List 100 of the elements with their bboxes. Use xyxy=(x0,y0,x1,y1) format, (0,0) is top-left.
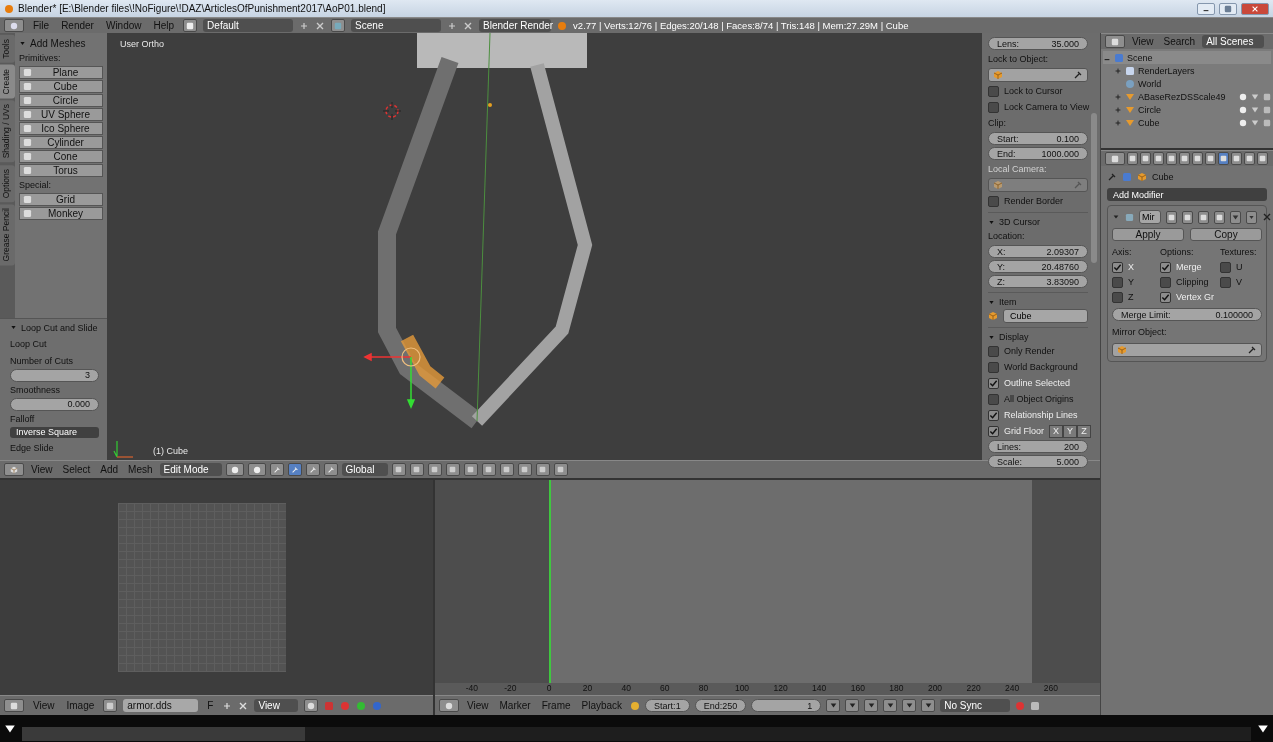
expand-icon[interactable] xyxy=(1114,92,1122,101)
number-field[interactable]: Start:1 xyxy=(645,699,690,712)
editor-type-button[interactable] xyxy=(4,699,24,712)
expand-icon[interactable] xyxy=(1114,118,1122,127)
toolbar-button[interactable] xyxy=(391,463,406,476)
add-mesh-button[interactable]: Plane xyxy=(19,66,103,79)
display-toggle[interactable] xyxy=(1182,210,1193,224)
expand-icon[interactable] xyxy=(1114,66,1122,75)
name-field[interactable]: Cube xyxy=(1003,309,1088,323)
menu-item[interactable]: Frame xyxy=(538,700,574,711)
add-mesh-button[interactable]: Cylinder xyxy=(19,136,103,149)
scrollbar[interactable] xyxy=(1091,113,1097,263)
checkbox[interactable] xyxy=(1160,261,1171,273)
checkbox[interactable] xyxy=(988,85,999,97)
add-mesh-button[interactable]: Grid xyxy=(19,193,103,206)
number-field[interactable]: 0.000 xyxy=(10,397,99,411)
toolbar-button[interactable] xyxy=(481,463,496,476)
add-mesh-button[interactable]: Cube xyxy=(19,80,103,93)
modifier-name-field[interactable]: Mir xyxy=(1139,210,1161,224)
menu-item[interactable]: View xyxy=(28,464,56,475)
context-tab[interactable] xyxy=(1257,152,1268,165)
menu-item[interactable]: Add xyxy=(97,464,122,475)
add-mesh-button[interactable]: Cone xyxy=(19,150,103,163)
add-mesh-button[interactable]: Circle xyxy=(19,94,103,107)
display-mode-dropdown[interactable]: All Scenes xyxy=(1202,35,1265,48)
add-mesh-button[interactable]: UV Sphere xyxy=(19,108,103,121)
tree-item[interactable]: ABaseRezDSScale49 xyxy=(1138,91,1226,102)
checkbox[interactable] xyxy=(988,425,999,437)
shading-button[interactable] xyxy=(225,463,244,476)
tree-item[interactable]: Scene xyxy=(1127,52,1153,63)
toolbar-button[interactable] xyxy=(553,463,568,476)
toolbar-button[interactable] xyxy=(535,463,550,476)
menu-item[interactable]: Marker xyxy=(496,700,534,711)
number-field[interactable]: 3 xyxy=(10,368,99,382)
number-field[interactable]: End:250 xyxy=(694,699,747,712)
tree-item[interactable]: Circle xyxy=(1138,104,1161,115)
image-name-field[interactable]: armor.dds xyxy=(123,699,199,712)
display-toggle[interactable] xyxy=(1214,210,1225,224)
context-tab[interactable] xyxy=(1127,152,1138,165)
tree-item[interactable]: Cube xyxy=(1138,117,1160,128)
axis-toggle[interactable]: Z xyxy=(1077,424,1091,438)
toolbar-button[interactable] xyxy=(427,463,442,476)
scene-field[interactable]: Scene xyxy=(351,19,442,32)
menu-item[interactable]: View xyxy=(30,700,58,711)
checkbox[interactable] xyxy=(1220,276,1231,288)
menu-item[interactable]: View xyxy=(464,700,492,711)
layout-button[interactable] xyxy=(183,19,198,32)
number-field[interactable]: Lines: 200 xyxy=(988,440,1088,453)
expand-icon[interactable] xyxy=(1114,105,1122,114)
checkbox[interactable] xyxy=(1160,276,1171,288)
number-field[interactable]: Scale: 5.000 xyxy=(988,455,1088,468)
context-tab[interactable] xyxy=(1166,152,1177,165)
context-tab[interactable] xyxy=(1179,152,1190,165)
checkbox[interactable] xyxy=(988,377,999,389)
toolbar-button[interactable] xyxy=(463,463,478,476)
checkbox[interactable] xyxy=(988,409,999,421)
checkbox[interactable] xyxy=(1160,291,1171,303)
checkbox[interactable] xyxy=(988,345,999,357)
editor-type-button[interactable] xyxy=(4,463,24,476)
context-tab[interactable] xyxy=(1153,152,1164,165)
checkbox[interactable] xyxy=(1112,261,1123,273)
pivot-button[interactable] xyxy=(247,463,266,476)
progress-track[interactable] xyxy=(22,726,1251,741)
object-field[interactable] xyxy=(988,68,1088,82)
context-tab[interactable] xyxy=(1140,152,1151,165)
playback-button[interactable] xyxy=(902,699,917,712)
context-tab[interactable] xyxy=(1244,152,1255,165)
add-mesh-button[interactable]: Torus xyxy=(19,164,103,177)
number-field[interactable]: Start: 0.100 xyxy=(988,132,1088,145)
image-browse-button[interactable] xyxy=(103,699,118,712)
toolbar-button[interactable] xyxy=(409,463,424,476)
menu-item[interactable]: Image xyxy=(63,700,98,711)
add-mesh-button[interactable]: Monkey xyxy=(19,207,103,220)
menu-item[interactable]: Help xyxy=(150,20,178,31)
editor-type-button[interactable] xyxy=(1105,35,1125,48)
number-field[interactable]: Z: 3.83090 xyxy=(988,275,1088,288)
menu-item[interactable]: Playback xyxy=(578,700,626,711)
add-modifier-dropdown[interactable]: Add Modifier xyxy=(1107,188,1267,201)
view-dropdown[interactable]: View xyxy=(254,699,299,712)
checkbox[interactable] xyxy=(988,393,999,405)
toolbar-button[interactable] xyxy=(517,463,532,476)
object-field[interactable] xyxy=(1112,343,1262,357)
context-tab[interactable] xyxy=(1218,152,1229,165)
pivot-button[interactable] xyxy=(304,699,319,712)
checkbox[interactable] xyxy=(988,101,999,113)
maximize-button[interactable] xyxy=(1219,2,1237,15)
context-tab[interactable] xyxy=(1231,152,1242,165)
manipulator-button[interactable] xyxy=(305,463,320,476)
editor-type-button[interactable] xyxy=(4,19,24,32)
number-field[interactable]: End: 1000.000 xyxy=(988,147,1088,160)
move-up-button[interactable] xyxy=(1230,210,1241,224)
checkbox[interactable] xyxy=(1112,276,1123,288)
scene-button[interactable] xyxy=(331,19,346,32)
menu-item[interactable]: Select xyxy=(59,464,94,475)
manipulator-button[interactable] xyxy=(269,463,284,476)
playback-button[interactable] xyxy=(826,699,841,712)
number-field[interactable]: Lens: 35.000 xyxy=(988,37,1088,50)
orientation-dropdown[interactable]: Global xyxy=(341,463,388,476)
playback-button[interactable] xyxy=(883,699,898,712)
checkbox[interactable] xyxy=(988,361,999,373)
